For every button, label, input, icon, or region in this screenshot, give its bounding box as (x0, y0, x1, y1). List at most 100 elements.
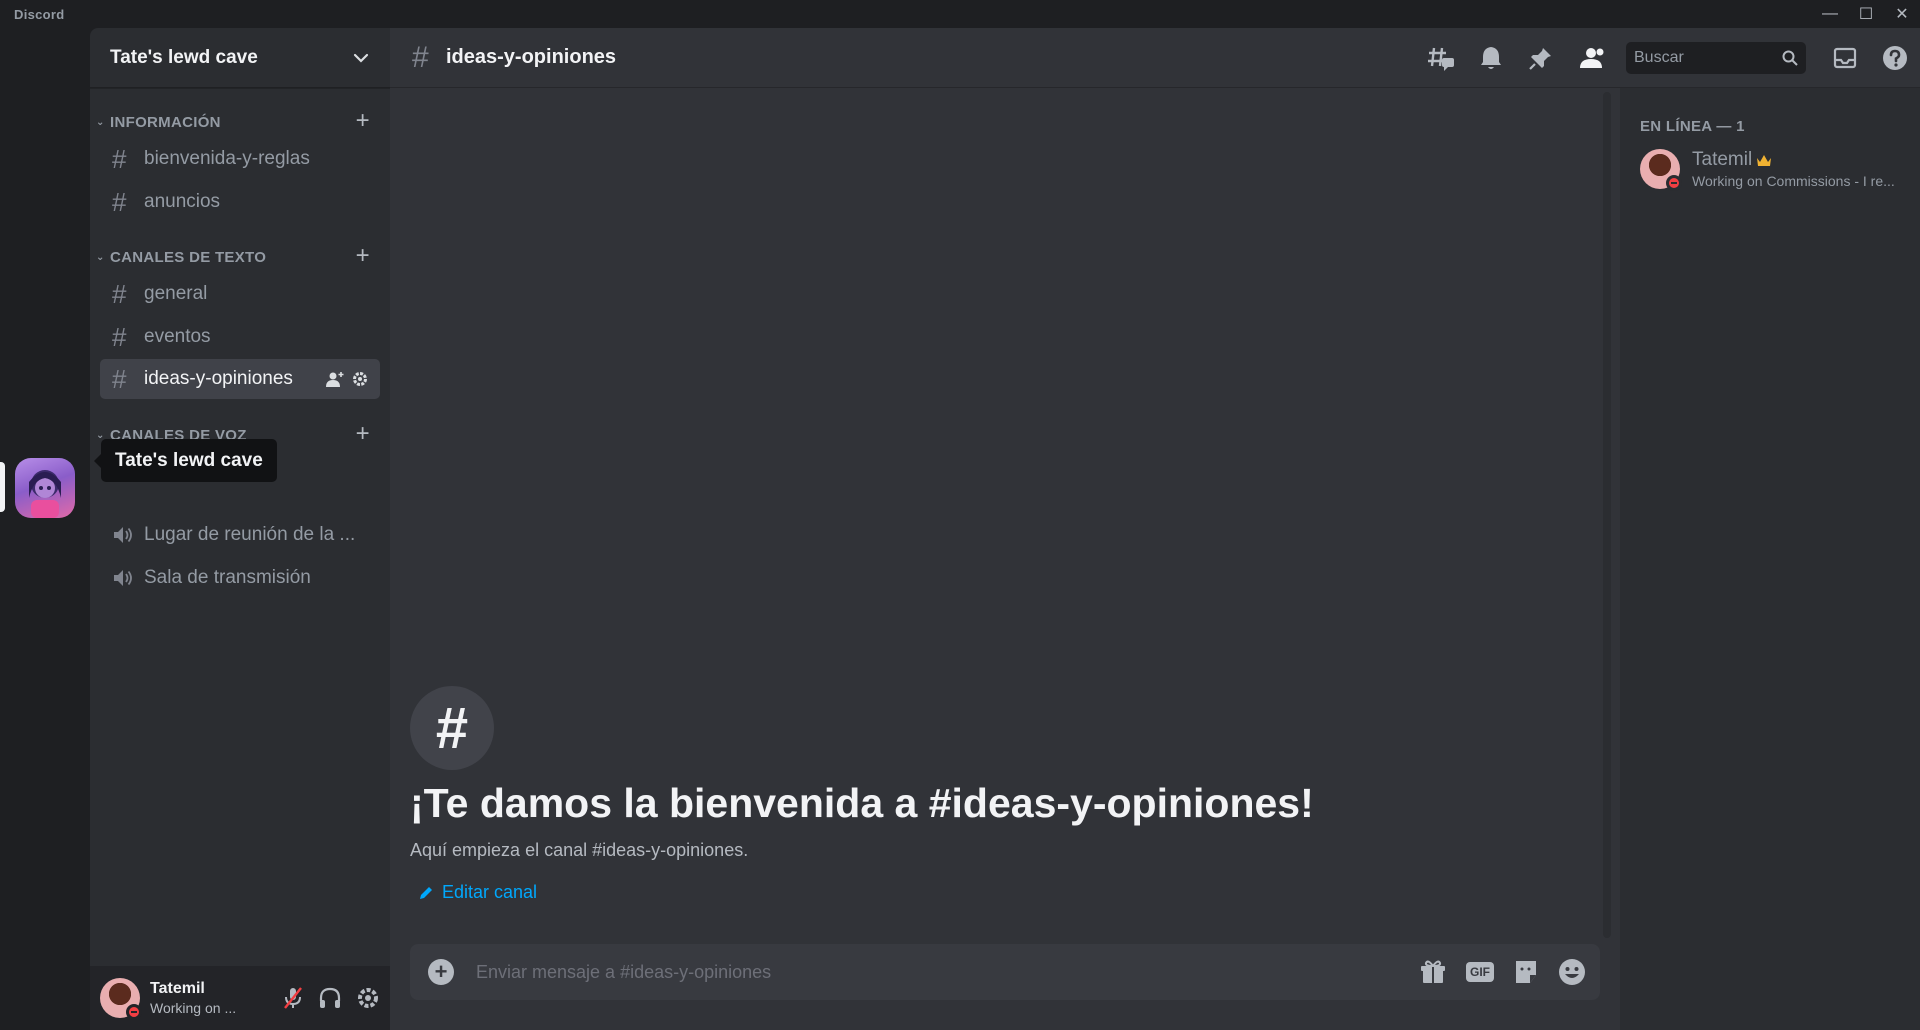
maximize-button[interactable]: ☐ (1848, 0, 1884, 28)
channel-header: # ideas-y-opiniones (390, 28, 1920, 88)
voice-channel-sala-de-transmision[interactable]: Sala de transmisión (100, 558, 380, 598)
welcome-title: ¡Te damos la bienvenida a #ideas-y-opini… (410, 780, 1314, 826)
avatar[interactable] (100, 978, 142, 1020)
help-icon (1883, 46, 1907, 70)
member-item[interactable]: Tatemil Working on Commissions - I re... (1640, 143, 1910, 195)
server-selected-indicator (0, 462, 5, 512)
window-controls: — ☐ ✕ (1812, 0, 1920, 28)
chevron-down-icon (353, 53, 369, 63)
category-informacion[interactable]: ⌄ INFORMACIÓN + (90, 109, 390, 134)
member-name-row: Tatemil (1692, 149, 1902, 171)
speaker-icon (112, 525, 144, 545)
user-status: Working on ... (150, 1000, 237, 1016)
server-avatar-image (29, 470, 61, 518)
member-status: Working on Commissions - I re... (1692, 173, 1895, 189)
dnd-status-icon (126, 1004, 142, 1020)
title-bar: Discord — ☐ ✕ (0, 0, 1920, 28)
bell-icon (1481, 47, 1501, 69)
search-icon (1782, 50, 1798, 66)
emoji-icon[interactable] (1558, 958, 1586, 986)
channel-hash-icon: # (410, 686, 494, 770)
threads-button[interactable] (1416, 45, 1466, 71)
category-canales-de-texto[interactable]: ⌄ CANALES DE TEXTO + (90, 244, 390, 269)
channel-general[interactable]: # general (100, 274, 380, 314)
add-channel-icon[interactable]: + (356, 422, 370, 446)
help-button[interactable] (1870, 45, 1920, 71)
welcome-subtitle: Aquí empieza el canal #ideas-y-opiniones… (410, 840, 749, 860)
hash-icon: # (412, 40, 429, 74)
user-meta[interactable]: Tatemil Working on ... (150, 980, 236, 1016)
channel-label: ideas-y-opiniones (144, 368, 293, 389)
gift-icon[interactable] (1420, 959, 1446, 985)
category-label: CANALES DE TEXTO (110, 248, 267, 266)
edit-channel-link[interactable]: Editar canal (418, 882, 537, 903)
gear-icon[interactable] (352, 371, 368, 387)
invite-member-icon[interactable] (326, 371, 344, 387)
add-channel-icon[interactable]: + (356, 244, 370, 268)
threads-icon (1428, 47, 1454, 71)
hash-icon: # (112, 278, 127, 309)
member-list-button[interactable] (1566, 46, 1616, 70)
sticker-icon[interactable] (1514, 959, 1538, 985)
server-icon[interactable] (15, 458, 75, 518)
pencil-icon (420, 886, 432, 899)
message-composer: + GIF (410, 944, 1600, 1000)
channel-label: general (144, 283, 208, 304)
add-attachment-icon[interactable]: + (428, 959, 454, 985)
hash-icon: # (112, 186, 127, 217)
dnd-status-icon (1666, 175, 1682, 191)
voice-channel-lugar-de-reunion[interactable]: Lugar de reunión de la ... (100, 515, 380, 555)
user-name: Tatemil (150, 980, 205, 997)
crown-icon (1757, 154, 1772, 166)
scrollbar[interactable] (1603, 92, 1611, 938)
gif-button[interactable]: GIF (1466, 962, 1494, 982)
composer-tools: GIF (1420, 958, 1586, 986)
channel-ideas-y-opiniones[interactable]: # ideas-y-opiniones (100, 359, 380, 399)
channel-title: ideas-y-opiniones (446, 46, 617, 68)
server-header[interactable]: Tate's lewd cave (90, 28, 390, 88)
minimize-button[interactable]: — (1812, 0, 1848, 28)
hash-icon: # (112, 321, 127, 352)
channel-eventos[interactable]: # eventos (100, 317, 380, 357)
edit-channel-label: Editar canal (442, 882, 538, 902)
user-panel: Tatemil Working on ... (90, 966, 390, 1030)
avatar (1640, 149, 1682, 191)
channel-bienvenida-y-reglas[interactable]: # bienvenida-y-reglas (100, 139, 380, 179)
channel-label: anuncios (144, 191, 221, 212)
gear-icon[interactable] (356, 986, 380, 1010)
member-meta: Tatemil Working on Commissions - I re... (1692, 149, 1902, 189)
channel-label: eventos (144, 326, 211, 347)
channel-label: bienvenida-y-reglas (144, 148, 310, 169)
headphones-icon[interactable] (318, 986, 342, 1010)
server-tooltip: Tate's lewd cave (94, 439, 277, 482)
search-box[interactable] (1626, 42, 1806, 74)
hash-icon: # (112, 363, 127, 394)
hash-icon: # (112, 143, 127, 174)
member-list: EN LÍNEA — 1 Tatemil Working on Commissi… (1620, 88, 1920, 1030)
message-input[interactable] (476, 961, 1376, 983)
search-input[interactable] (1634, 49, 1774, 67)
category-label: INFORMACIÓN (110, 113, 221, 131)
inbox-icon (1833, 47, 1857, 69)
notifications-button[interactable] (1466, 45, 1516, 71)
pin-icon (1529, 48, 1551, 70)
server-rail (0, 28, 90, 1030)
microphone-muted-icon[interactable] (282, 986, 304, 1010)
user-controls (282, 986, 380, 1010)
channel-sidebar: Tate's lewd cave ⌄ INFORMACIÓN + # bienv… (90, 28, 390, 1030)
speaker-icon (112, 568, 144, 588)
server-name: Tate's lewd cave (110, 46, 258, 68)
pinned-messages-button[interactable] (1516, 46, 1566, 70)
chevron-down-icon: ⌄ (96, 251, 105, 263)
inbox-button[interactable] (1820, 46, 1870, 70)
close-window-button[interactable]: ✕ (1884, 0, 1920, 28)
header-toolbar (1416, 28, 1920, 88)
channel-label: Lugar de reunión de la ... (144, 524, 356, 545)
members-icon (1580, 48, 1604, 68)
app-title: Discord (14, 6, 65, 22)
add-channel-icon[interactable]: + (356, 109, 370, 133)
channel-anuncios[interactable]: # anuncios (100, 182, 380, 222)
member-name: Tatemil (1692, 149, 1753, 170)
chevron-down-icon: ⌄ (96, 116, 105, 128)
member-category: EN LÍNEA — 1 (1640, 118, 1745, 135)
